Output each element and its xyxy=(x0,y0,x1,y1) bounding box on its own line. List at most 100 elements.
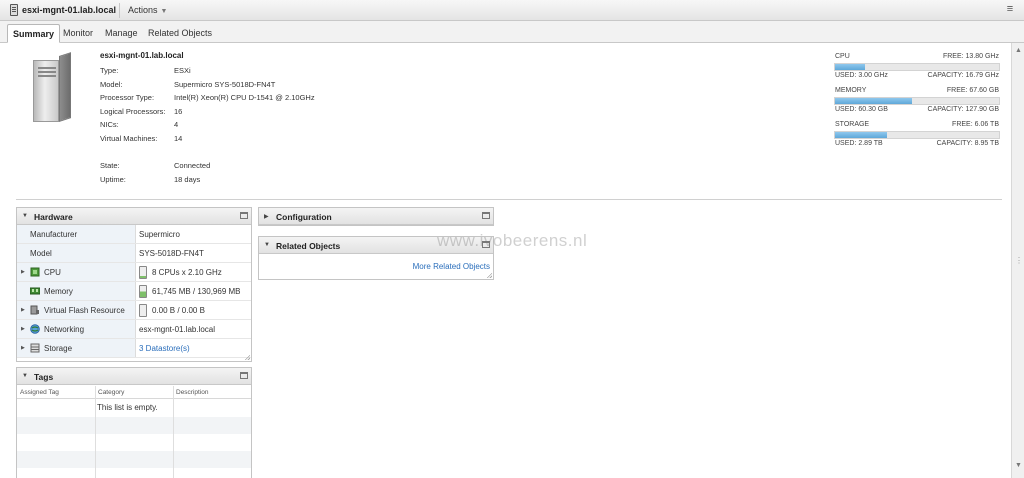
expand-arrow-icon[interactable]: ▶ xyxy=(21,326,25,332)
resize-handle[interactable] xyxy=(486,272,492,278)
virtual-machines-label: Virtual Machines: xyxy=(100,134,158,143)
column-divider xyxy=(95,386,96,478)
model-row-label: Model xyxy=(30,249,52,258)
storage-meter-name: STORAGE xyxy=(835,121,870,128)
logical-processors-label: Logical Processors: xyxy=(100,107,166,116)
object-titlebar: esxi-mgnt-01.lab.local Actions ▼ ≡ xyxy=(0,0,1024,21)
tab-related-objects[interactable]: Related Objects xyxy=(143,24,217,43)
title-divider xyxy=(119,3,120,18)
configuration-header[interactable]: ▶ Configuration xyxy=(259,208,493,225)
table-row: This list is empty. xyxy=(17,400,251,417)
scroll-up-icon[interactable]: ▲ xyxy=(1015,47,1022,54)
tags-header[interactable]: ▼ Tags xyxy=(17,368,251,385)
cpu-chip-icon xyxy=(30,267,40,277)
expand-arrow-icon[interactable]: ▶ xyxy=(21,345,25,351)
vertical-scrollbar[interactable]: ▲ ⋮ ▼ xyxy=(1011,43,1024,478)
manufacturer-value: Supermicro xyxy=(139,230,180,239)
list-menu-icon[interactable]: ≡ xyxy=(1003,4,1017,16)
tags-title: Tags xyxy=(34,372,54,382)
model-label: Model: xyxy=(100,80,123,89)
virtual-flash-value: 0.00 B / 0.00 B xyxy=(139,304,205,317)
network-globe-icon xyxy=(30,324,40,334)
memory-usage-gauge-icon xyxy=(139,285,147,298)
collapse-triangle-icon[interactable]: ▼ xyxy=(22,213,28,219)
hardware-row-storage[interactable]: ▶ Storage 3 Datastore(s) xyxy=(17,339,251,358)
expand-triangle-icon[interactable]: ▶ xyxy=(264,213,269,220)
cpu-used: USED: 3.00 GHz xyxy=(835,72,888,79)
type-label: Type: xyxy=(100,66,119,75)
cpu-usage-bar xyxy=(834,63,1000,71)
memory-label: Memory xyxy=(44,287,73,296)
memory-used: USED: 60.30 GB xyxy=(835,106,888,113)
table-row xyxy=(17,468,251,478)
storage-label: Storage xyxy=(44,344,73,353)
hardware-row-memory: Memory 61,745 MB / 130,969 MB xyxy=(17,282,251,301)
configuration-portlet: ▶ Configuration xyxy=(258,207,494,226)
cpu-label: CPU xyxy=(44,268,61,277)
table-row xyxy=(17,417,251,434)
flash-usage-gauge-icon xyxy=(139,304,147,317)
memory-meter: MEMORY FREE: 67.60 GB USED: 60.30 GB CAPAC… xyxy=(834,87,1000,114)
tab-monitor[interactable]: Monitor xyxy=(58,24,98,43)
server-image xyxy=(33,52,71,122)
expand-arrow-icon[interactable]: ▶ xyxy=(21,307,25,313)
memory-value: 61,745 MB / 130,969 MB xyxy=(139,285,241,298)
related-objects-title: Related Objects xyxy=(276,241,341,251)
uptime-label: Uptime: xyxy=(100,175,126,184)
storage-disk-icon xyxy=(30,343,40,353)
model-row-value: SYS-5018D-FN4T xyxy=(139,249,204,258)
networking-value: esx-mgnt-01.lab.local xyxy=(139,325,216,334)
cpu-value: 8 CPUs x 2.10 GHz xyxy=(139,266,222,279)
empty-list-message: This list is empty. xyxy=(97,403,158,412)
hardware-row-virtual-flash[interactable]: ▶ Virtual Flash Resource 0.00 B / 0.00 B xyxy=(17,301,251,320)
virtual-machines-value: 14 xyxy=(174,134,183,143)
hardware-row-networking[interactable]: ▶ Networking esx-mgnt-01.lab.local xyxy=(17,320,251,339)
column-category[interactable]: Category xyxy=(98,389,124,396)
hardware-header[interactable]: ▼ Hardware xyxy=(17,208,251,225)
hardware-title: Hardware xyxy=(34,212,73,222)
memory-free: FREE: 67.60 GB xyxy=(946,87,999,94)
tab-summary[interactable]: Summary xyxy=(7,24,61,43)
datastores-link[interactable]: 3 Datastore(s) xyxy=(139,344,190,353)
tags-table-header: Assigned Tag Category Description xyxy=(17,386,251,399)
storage-capacity: CAPACITY: 8.95 TB xyxy=(936,140,999,147)
minimize-icon[interactable] xyxy=(240,212,248,219)
expand-arrow-icon[interactable]: ▶ xyxy=(21,269,25,275)
cpu-capacity: CAPACITY: 16.79 GHz xyxy=(927,72,999,79)
cpu-usage-fill xyxy=(835,64,865,70)
cpu-meter-name: CPU xyxy=(835,53,850,60)
storage-usage-fill xyxy=(835,132,888,138)
host-title: esxi-mgnt-01.lab.local xyxy=(22,5,117,15)
networking-label: Networking xyxy=(44,325,85,334)
storage-meter: STORAGE FREE: 6.06 TB USED: 2.89 TB CAPACI… xyxy=(834,121,1000,148)
memory-usage-fill xyxy=(835,98,913,104)
collapse-triangle-icon[interactable]: ▼ xyxy=(264,242,270,248)
column-divider xyxy=(173,386,174,478)
storage-free: FREE: 6.06 TB xyxy=(952,121,999,128)
logical-processors-value: 16 xyxy=(174,107,183,116)
minimize-icon[interactable] xyxy=(482,212,490,219)
uptime-value: 18 days xyxy=(174,175,201,184)
section-divider xyxy=(16,199,1002,200)
hardware-row-cpu[interactable]: ▶ CPU 8 CPUs x 2.10 GHz xyxy=(17,263,251,282)
more-related-objects-link[interactable]: More Related Objects xyxy=(413,262,490,271)
tab-manage[interactable]: Manage xyxy=(100,24,143,43)
actions-menu[interactable]: Actions ▼ xyxy=(128,5,167,15)
scroll-down-icon[interactable]: ▼ xyxy=(1015,462,1022,469)
summary-host-name: esxi-mgnt-01.lab.local xyxy=(100,51,184,60)
watermark-text: www.ivobeerens.nl xyxy=(437,231,588,250)
column-assigned-tag[interactable]: Assigned Tag xyxy=(20,389,59,396)
state-value: Connected xyxy=(174,161,211,170)
storage-usage-bar xyxy=(834,131,1000,139)
nics-value: 4 xyxy=(174,120,179,129)
collapse-triangle-icon[interactable]: ▼ xyxy=(22,373,28,379)
hardware-row-manufacturer: Manufacturer Supermicro xyxy=(17,225,251,244)
resize-handle[interactable] xyxy=(244,354,250,360)
hardware-portlet: ▼ Hardware Manufacturer Supermicro Model… xyxy=(16,207,252,362)
scroll-grip-icon[interactable]: ⋮ xyxy=(1015,256,1023,265)
minimize-icon[interactable] xyxy=(240,372,248,379)
virtual-flash-label: Virtual Flash Resource xyxy=(44,306,125,315)
memory-capacity: CAPACITY: 127.90 GB xyxy=(927,106,999,113)
flash-resource-icon xyxy=(30,305,39,315)
column-description[interactable]: Description xyxy=(176,389,209,396)
